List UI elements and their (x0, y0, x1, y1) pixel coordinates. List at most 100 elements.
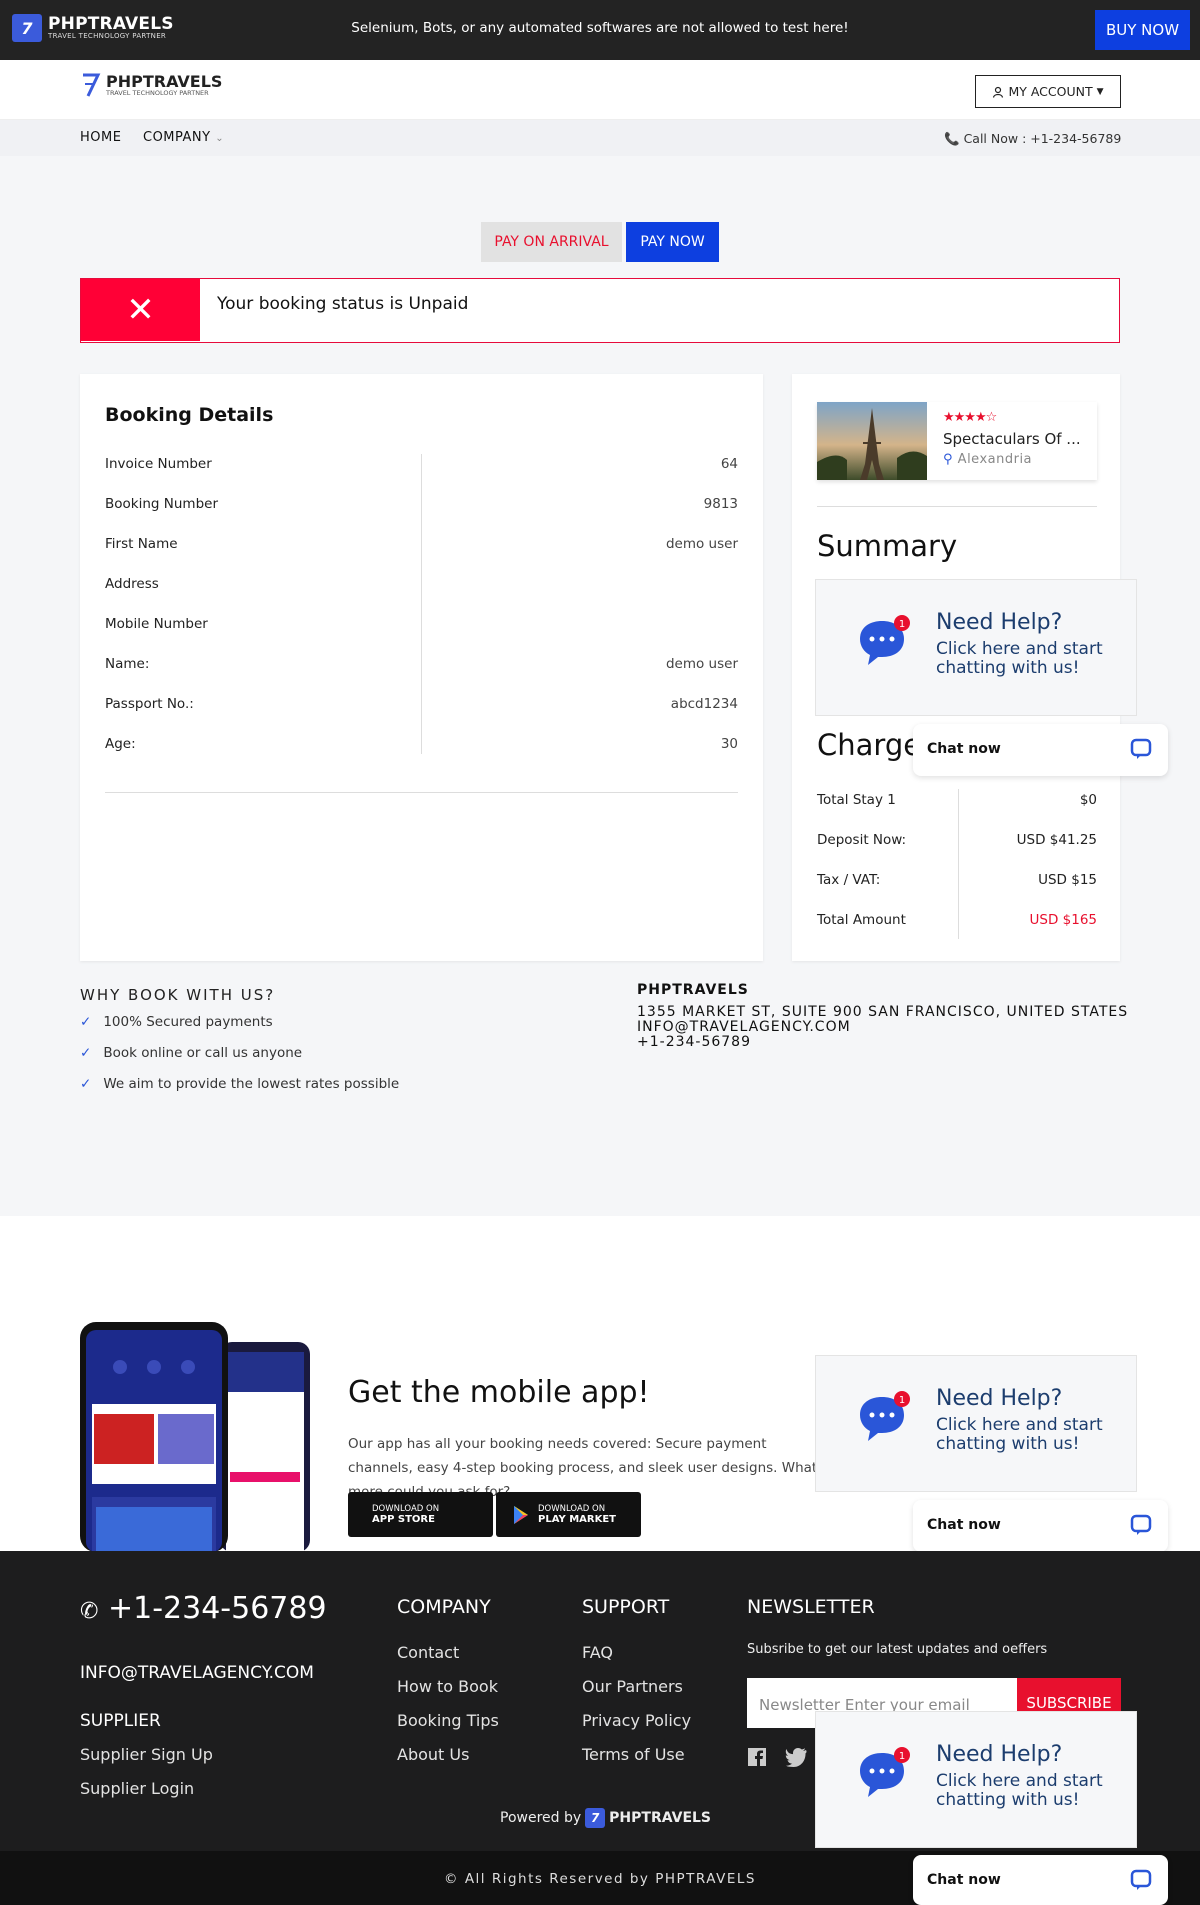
hotel-card[interactable]: ★★★★☆ Spectaculars Of ... ⚲ Alexandria (817, 402, 1097, 480)
company-email[interactable]: INFO@TRAVELAGENCY.COM (637, 1019, 851, 1035)
footer-phone-text: +1-234-56789 (107, 1591, 327, 1626)
detail-row-name: Name: demo user (105, 656, 738, 696)
chat-now-button[interactable]: Chat now (913, 724, 1168, 776)
charge-row: Deposit Now: USD $41.25 (817, 832, 1097, 872)
chat-now-button[interactable]: Chat now (913, 1855, 1168, 1905)
chat-now-button[interactable]: Chat now (913, 1500, 1168, 1552)
my-account-label: MY ACCOUNT (1008, 84, 1093, 99)
need-help-text: Click here and start chatting with us! (936, 639, 1103, 678)
chat-icon (1130, 738, 1152, 759)
detail-label: Age: (105, 736, 136, 752)
need-help-text: Click here and start chatting with us! (936, 1771, 1103, 1810)
about-us-link[interactable]: About Us (397, 1745, 469, 1764)
need-help-widget[interactable]: 1 Need Help? Click here and start chatti… (815, 579, 1137, 716)
rating-stars-icon: ★★★★☆ (943, 410, 997, 425)
footer-phone[interactable]: ✆ +1-234-56789 (80, 1593, 327, 1628)
chat-bubble-icon: 1 (860, 1747, 910, 1797)
company-title: COMPANY (397, 1596, 491, 1618)
call-now[interactable]: 📞 Call Now : +1-234-56789 (944, 131, 1121, 147)
faq-link[interactable]: FAQ (582, 1643, 613, 1662)
how-to-book-link[interactable]: How to Book (397, 1677, 498, 1696)
footer-email[interactable]: INFO@TRAVELAGENCY.COM (80, 1663, 314, 1683)
buy-now-button[interactable]: BUY NOW (1095, 10, 1190, 50)
supplier-title: SUPPLIER (80, 1711, 161, 1731)
supplier-sign-up-link[interactable]: Supplier Sign Up (80, 1745, 213, 1764)
pay-now-button[interactable]: PAY NOW (626, 222, 719, 262)
charge-row-total: Total Amount USD $165 (817, 912, 1097, 952)
need-help-widget[interactable]: 1 Need Help? Click here and start chatti… (815, 1711, 1137, 1848)
need-help-title: Need Help? (936, 610, 1063, 635)
powered-by-label: Powered by (500, 1810, 582, 1826)
newsletter-subtitle: Subsribe to get our latest updates and o… (747, 1642, 1048, 1657)
our-partners-link[interactable]: Our Partners (582, 1677, 683, 1696)
company-phone[interactable]: +1-234-56789 (637, 1034, 751, 1050)
user-icon (993, 86, 1004, 98)
twitter-icon[interactable] (785, 1747, 807, 1772)
app-store-label: APP STORE (372, 1513, 435, 1525)
map-pin-icon: ⚲ (943, 452, 954, 467)
facebook-icon[interactable] (747, 1747, 767, 1772)
chevron-down-icon: ⌄ (215, 133, 225, 144)
play-market-label-top: DOWNLOAD ON (538, 1503, 606, 1514)
chat-icon (1130, 1514, 1152, 1535)
need-help-text: Click here and start chatting with us! (936, 1415, 1103, 1454)
check-icon: ✓ (80, 1014, 92, 1030)
app-store-button[interactable]: DOWNLOAD ON APP STORE (348, 1492, 493, 1537)
charge-row: Total Stay 1 $0 (817, 792, 1097, 832)
divider (105, 792, 738, 793)
detail-value: abcd1234 (670, 696, 738, 712)
notification-badge: 1 (899, 619, 905, 630)
nav-company[interactable]: COMPANY ⌄ (143, 130, 224, 145)
booking-details-title: Booking Details (105, 404, 274, 426)
booking-tips-link[interactable]: Booking Tips (397, 1711, 499, 1730)
why-item-text: 100% Secured payments (103, 1014, 273, 1030)
charge-label: Total Stay 1 (817, 792, 896, 808)
supplier-login-link[interactable]: Supplier Login (80, 1779, 194, 1798)
menu-bar: HOME COMPANY ⌄ 📞 Call Now : +1-234-56789 (0, 120, 1200, 156)
need-help-widget[interactable]: 1 Need Help? Click here and start chatti… (815, 1355, 1137, 1492)
summary-title: Summary (817, 529, 958, 563)
my-account-button[interactable]: MY ACCOUNT ▼ (975, 75, 1121, 108)
play-store-icon (514, 1505, 528, 1524)
phone-icon: ✆ (80, 1599, 99, 1624)
notification-badge: 1 (899, 1395, 905, 1406)
phone-icon: 📞 (944, 131, 960, 146)
charge-value: USD $41.25 (1016, 832, 1097, 848)
eiffel-tower-image (817, 408, 927, 480)
detail-row-age: Age: 30 (105, 736, 738, 776)
nav-home[interactable]: HOME (80, 130, 121, 145)
chat-now-label: Chat now (927, 1517, 1001, 1533)
why-item: ✓ Book online or call us anyone (80, 1045, 302, 1061)
total-amount-value: USD $165 (1029, 912, 1098, 928)
why-book-title: WHY BOOK WITH US? (80, 986, 276, 1004)
play-market-button[interactable]: DOWNLOAD ON PLAY MARKET (496, 1492, 641, 1537)
hotel-location: ⚲ Alexandria (943, 452, 1032, 467)
detail-value: demo user (665, 656, 738, 672)
caret-down-icon: ▼ (1096, 86, 1104, 97)
detail-label: Name: (105, 656, 150, 672)
hotel-image (817, 402, 927, 480)
terms-of-use-link[interactable]: Terms of Use (582, 1745, 685, 1764)
check-icon: ✓ (80, 1076, 92, 1092)
charge-value: $0 (1079, 792, 1097, 808)
booking-status-message: Your booking status is Unpaid (217, 294, 469, 314)
contact-link[interactable]: Contact (397, 1643, 459, 1662)
nav-company-label: COMPANY (143, 130, 211, 145)
detail-row-passport: Passport No.: abcd1234 (105, 696, 738, 736)
detail-row-mobile: Mobile Number (105, 616, 738, 656)
detail-value: demo user (665, 536, 738, 552)
detail-value: 64 (720, 456, 738, 472)
check-icon: ✓ (80, 1045, 92, 1061)
divider (817, 506, 1097, 507)
logo-icon (83, 73, 101, 97)
bot-notice: Selenium, Bots, or any automated softwar… (351, 20, 849, 36)
play-market-label: PLAY MARKET (538, 1513, 616, 1525)
privacy-policy-link[interactable]: Privacy Policy (582, 1711, 691, 1730)
powered-by-brand[interactable]: PHPTRAVELS (609, 1810, 711, 1826)
pay-on-arrival-button[interactable]: PAY ON ARRIVAL (481, 222, 622, 262)
detail-row-address: Address (105, 576, 738, 616)
chat-icon (1130, 1869, 1152, 1890)
company-address: 1355 MARKET ST, SUITE 900 SAN FRANCISCO,… (637, 1004, 1129, 1020)
why-item: ✓ 100% Secured payments (80, 1014, 273, 1030)
header-logo[interactable]: PHPTRAVELS TRAVEL TECHNOLOGY PARTNER (80, 72, 222, 98)
